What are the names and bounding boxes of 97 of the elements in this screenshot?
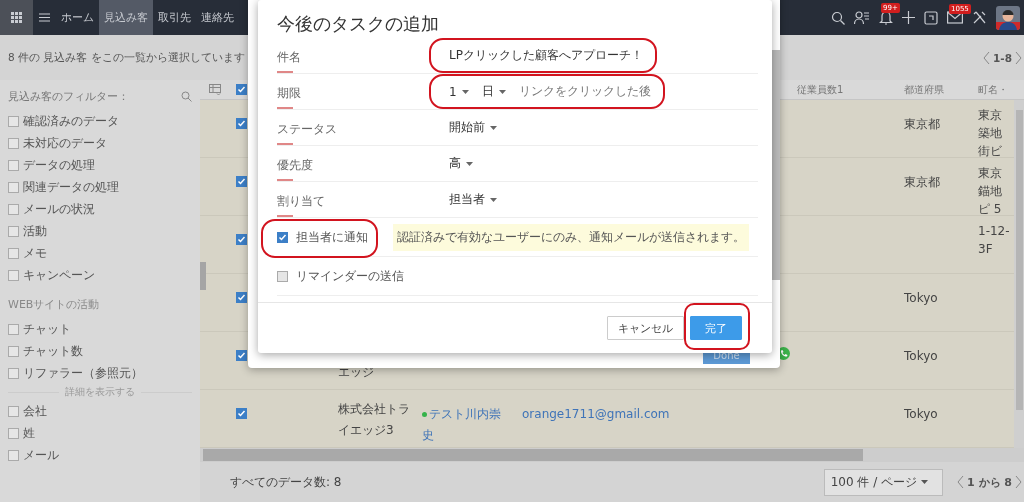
checkbox[interactable] xyxy=(277,231,288,243)
column-header: 町名・ xyxy=(978,82,1009,97)
row-checkbox[interactable] xyxy=(235,234,247,245)
row-checkbox[interactable] xyxy=(235,118,247,129)
chevron-right-icon[interactable] xyxy=(1015,475,1022,489)
chevron-right-icon[interactable] xyxy=(1015,50,1022,65)
trigger-text: リンクをクリックした後 xyxy=(518,83,651,100)
table-cell-text: 東京都 xyxy=(904,174,941,191)
people-icon[interactable] xyxy=(854,10,870,25)
checkbox[interactable] xyxy=(8,247,19,259)
dialog-title: 今後のタスクの追加 xyxy=(276,12,440,36)
scrollbar-thumb[interactable] xyxy=(772,50,780,280)
filter-label: メール xyxy=(23,446,59,464)
collapse-handle[interactable] xyxy=(200,262,206,290)
scrollbar-thumb[interactable] xyxy=(1015,110,1023,410)
filter-label: 関連データの処理 xyxy=(23,178,119,196)
page-range: 1-8 xyxy=(993,51,1012,64)
table-cell-text: 東京都 xyxy=(904,116,941,133)
checkbox[interactable] xyxy=(8,405,19,417)
checkbox[interactable] xyxy=(8,449,19,461)
row-checkbox[interactable] xyxy=(235,292,247,303)
table-cell-text: 1-12-3F xyxy=(978,223,1011,258)
checkbox-label: 担当者に通知 xyxy=(296,228,368,246)
filter-label: データの処理 xyxy=(23,156,95,174)
caret-icon[interactable] xyxy=(461,89,469,94)
filter-label: リファラー（参照元） xyxy=(23,364,143,382)
checkbox[interactable] xyxy=(8,203,19,215)
table-cell-text: 東京錨地ピ 5 xyxy=(978,165,1003,215)
apps-icon[interactable] xyxy=(11,12,22,23)
column-settings-icon[interactable] xyxy=(208,84,221,95)
caret-icon[interactable] xyxy=(498,89,506,94)
table-cell-text: Tokyo xyxy=(904,348,939,365)
company-cell-text: エッジ xyxy=(338,364,375,381)
filter-title: 見込み客のフィルター： xyxy=(8,88,129,104)
company-cell-text: 株式会社トライエッジ3 xyxy=(338,401,411,439)
nav-tab[interactable]: 連絡先 xyxy=(196,0,239,35)
table-cell-text: 東京築地街ビ xyxy=(978,107,1003,157)
row-checkbox[interactable] xyxy=(235,350,247,361)
checkbox[interactable] xyxy=(8,323,19,335)
row-checkbox[interactable] xyxy=(235,176,247,187)
tools-icon[interactable] xyxy=(972,10,987,25)
text-value[interactable]: LPクリックした顧客へアプローチ！ xyxy=(449,47,643,64)
column-header: 従業員数1 xyxy=(797,82,845,97)
select-all-checkbox[interactable] xyxy=(235,84,247,95)
caret-icon[interactable] xyxy=(490,197,497,202)
filter-label: 姓 xyxy=(23,424,35,442)
checkbox[interactable] xyxy=(8,269,19,281)
page-range: 1 から 8 xyxy=(967,474,1012,490)
checkbox[interactable] xyxy=(8,137,19,149)
caret-icon[interactable] xyxy=(466,161,473,166)
filter-label: チャット数 xyxy=(23,342,83,360)
calendar-icon[interactable] xyxy=(924,10,938,25)
filter-label: 活動 xyxy=(23,222,47,240)
checkbox[interactable] xyxy=(8,181,19,193)
filter-label: メールの状況 xyxy=(23,200,95,218)
checkbox[interactable] xyxy=(8,115,19,127)
info-note: 認証済みで有効なユーザーにのみ、通知メールが送信されます。 xyxy=(393,223,749,251)
chevron-left-icon[interactable] xyxy=(957,475,965,489)
checkbox[interactable] xyxy=(8,367,19,379)
search-icon[interactable] xyxy=(831,10,845,25)
filter-label: 会社 xyxy=(23,402,47,420)
nav-tab[interactable]: 取引先 xyxy=(153,0,196,35)
select-value[interactable]: 担当者 xyxy=(449,191,485,208)
plus-icon[interactable] xyxy=(902,11,915,24)
chevron-left-icon[interactable] xyxy=(983,50,990,65)
checkbox[interactable] xyxy=(8,159,19,171)
cancel-button[interactable]: キャンセル xyxy=(607,316,684,340)
per-page-dropdown[interactable]: 100 件 / ページ xyxy=(823,468,944,496)
checkbox-label: リマインダーの送信 xyxy=(296,267,404,285)
mail-icon[interactable] xyxy=(947,11,963,24)
select-value[interactable]: 開始前 xyxy=(449,119,485,136)
unit-select[interactable]: 日 xyxy=(481,83,494,100)
select-value[interactable]: 高 xyxy=(449,155,461,172)
filter-label: 未対応のデータ xyxy=(23,134,107,152)
row-checkbox[interactable] xyxy=(235,408,247,419)
filter-label: 確認済みのデータ xyxy=(23,112,119,130)
checkbox[interactable] xyxy=(8,225,19,237)
nav-tab[interactable]: 見込み客 xyxy=(99,0,153,35)
total-count: すべてのデータ数: 8 xyxy=(230,473,343,491)
table-cell-text: Tokyo xyxy=(904,406,939,423)
scrollbar-thumb[interactable] xyxy=(203,449,863,461)
caret-icon[interactable] xyxy=(921,480,929,484)
table-cell-text: Tokyo xyxy=(904,290,939,307)
section-heading: WEBサイトの活動 xyxy=(8,296,101,313)
checkbox[interactable] xyxy=(8,345,19,357)
selection-message: 8 件の 見込み客 をこの一覧から選択しています xyxy=(8,50,245,65)
menu-icon[interactable] xyxy=(39,13,50,22)
caret-icon[interactable] xyxy=(490,125,497,130)
bell-icon[interactable] xyxy=(879,10,893,25)
filter-label: キャンペーン xyxy=(23,266,95,284)
column-header: 都道府県 xyxy=(904,82,945,97)
checkbox[interactable] xyxy=(277,270,288,282)
checkbox[interactable] xyxy=(8,427,19,439)
filter-label: チャット xyxy=(23,320,71,338)
number-select[interactable]: 1 xyxy=(449,84,457,99)
nav-tab[interactable]: ホーム xyxy=(56,0,99,35)
filter-label: メモ xyxy=(23,244,47,262)
